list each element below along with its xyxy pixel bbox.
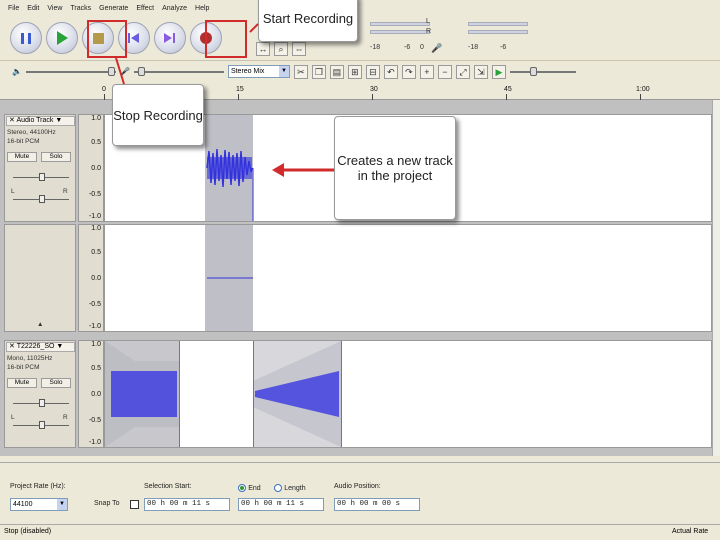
stop-callout-pointer — [115, 57, 125, 85]
start-callout-pointer — [249, 23, 259, 33]
callout-arrows — [115, 23, 334, 177]
arrow-head-icon — [272, 163, 284, 177]
audacity-window: File Edit View Tracks Generate Effect An… — [0, 0, 720, 540]
